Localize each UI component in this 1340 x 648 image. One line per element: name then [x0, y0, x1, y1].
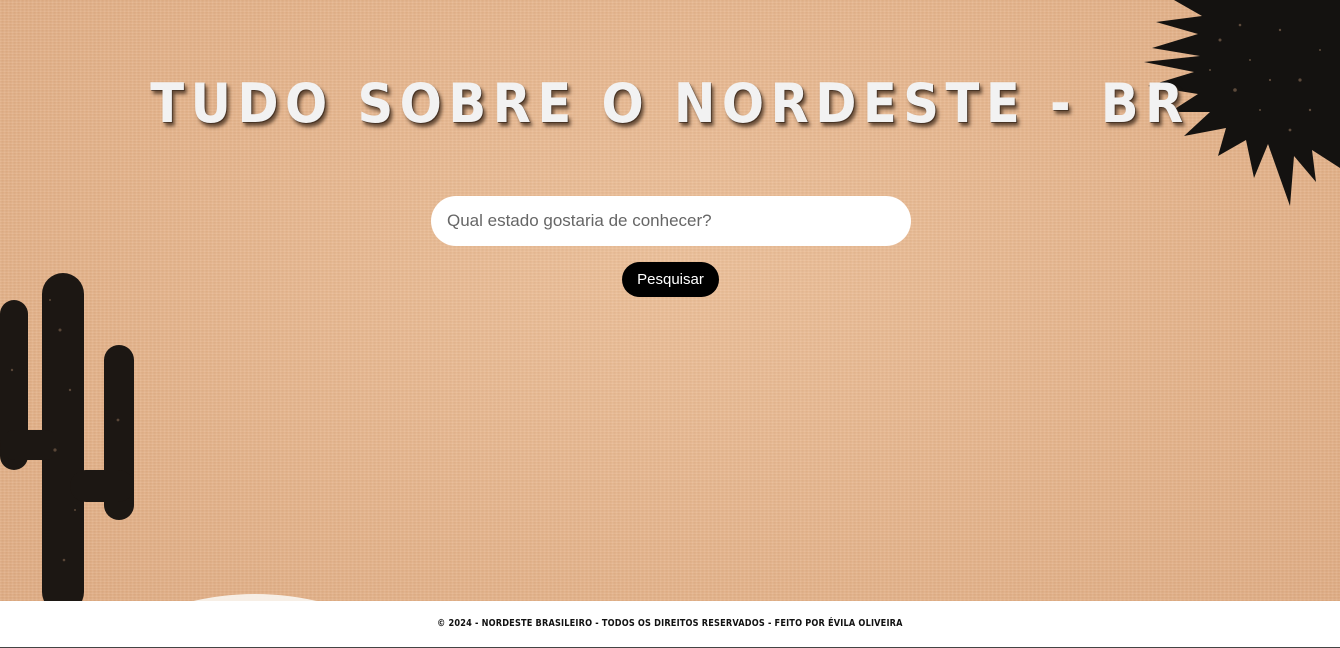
- footer: © 2024 - NORDESTE BRASILEIRO - TODOS OS …: [0, 601, 1340, 648]
- search-button[interactable]: Pesquisar: [622, 262, 719, 297]
- page-title: TUDO SOBRE O NORDESTE - BR: [150, 72, 1190, 135]
- footer-copyright: © 2024 - NORDESTE BRASILEIRO - TODOS OS …: [437, 618, 903, 629]
- cactus-icon: [0, 273, 134, 601]
- hero-section: TUDO SOBRE O NORDESTE - BR Pesquisar: [0, 0, 1340, 603]
- search-input[interactable]: [431, 196, 911, 246]
